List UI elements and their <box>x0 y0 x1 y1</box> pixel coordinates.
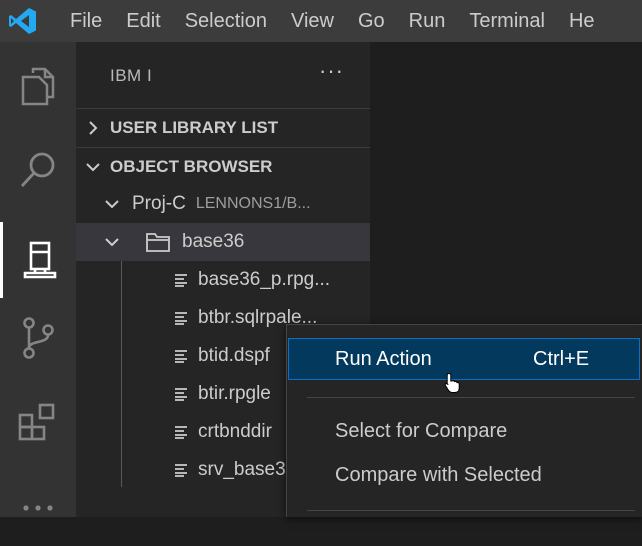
menu-item-label: Compare with Selected <box>335 463 542 486</box>
sidebar-title: IBM I <box>110 66 153 85</box>
menu-item-select-for-compare[interactable]: Select for Compare <box>289 411 639 451</box>
file-lines-icon <box>174 273 188 287</box>
search-icon[interactable] <box>0 132 76 208</box>
menu-item-compare-with-selected[interactable]: Compare with Selected <box>289 455 639 495</box>
explorer-icon[interactable] <box>0 48 76 124</box>
title-bar: File Edit Selection View Go Run Terminal… <box>0 0 642 42</box>
tree-file-item[interactable]: base36_p.rpg... <box>76 261 370 299</box>
menu-view[interactable]: View <box>279 0 346 42</box>
menu-selection[interactable]: Selection <box>173 0 279 42</box>
file-label: btir.rpgle <box>198 383 271 404</box>
more-icon[interactable] <box>0 470 76 546</box>
file-lines-icon <box>174 463 188 477</box>
file-label: base36_p.rpg... <box>198 269 331 290</box>
file-lines-icon <box>174 387 188 401</box>
menu-item-label: Select for Compare <box>335 419 508 442</box>
tree-folder-item[interactable]: base36 <box>76 223 370 261</box>
chevron-down-icon <box>76 199 132 209</box>
folder-label: base36 <box>182 231 245 252</box>
menu-item-label: Run Action <box>335 347 432 370</box>
activity-bar <box>0 42 76 517</box>
menu-help[interactable]: He <box>557 0 607 42</box>
file-lines-icon <box>174 425 188 439</box>
file-lines-icon <box>174 311 188 325</box>
section-label: USER LIBRARY LIST <box>110 117 279 137</box>
menu-separator <box>307 397 635 398</box>
file-label: crtbnddir <box>198 421 272 442</box>
folder-icon <box>146 232 170 252</box>
section-user-library-list[interactable]: USER LIBRARY LIST <box>76 108 370 146</box>
section-label: OBJECT BROWSER <box>110 156 273 176</box>
menu-terminal[interactable]: Terminal <box>457 0 557 42</box>
chevron-down-icon <box>76 162 110 172</box>
menu-go[interactable]: Go <box>346 0 397 42</box>
source-control-icon[interactable] <box>0 300 76 376</box>
section-object-browser[interactable]: OBJECT BROWSER <box>76 147 370 185</box>
hand-cursor-icon <box>444 372 462 399</box>
ibmi-icon[interactable] <box>0 222 76 298</box>
context-menu: Run Action Ctrl+E Select for Compare Com… <box>286 324 642 517</box>
menu-file[interactable]: File <box>44 0 114 42</box>
filter-label: Proj-C <box>132 193 186 214</box>
menu-edit[interactable]: Edit <box>114 0 172 42</box>
sidebar-header: IBM I ··· <box>76 42 370 116</box>
chevron-right-icon <box>76 120 110 136</box>
file-label: btid.dspf <box>198 345 270 366</box>
menu-separator <box>307 510 635 511</box>
menu-item-run-action[interactable]: Run Action Ctrl+E <box>288 338 640 380</box>
filter-description: LENNONS1/B... <box>195 195 311 212</box>
file-label: srv_base3 <box>198 459 286 480</box>
chevron-down-icon <box>76 237 134 247</box>
menu-run[interactable]: Run <box>397 0 458 42</box>
more-actions-icon[interactable]: ··· <box>319 58 344 84</box>
tree-filter-item[interactable]: Proj-C LENNONS1/B... <box>76 185 370 223</box>
menu-item-shortcut: Ctrl+E <box>533 347 590 370</box>
extensions-icon[interactable] <box>0 384 76 460</box>
file-lines-icon <box>174 349 188 363</box>
vscode-logo-icon[interactable] <box>2 0 44 42</box>
